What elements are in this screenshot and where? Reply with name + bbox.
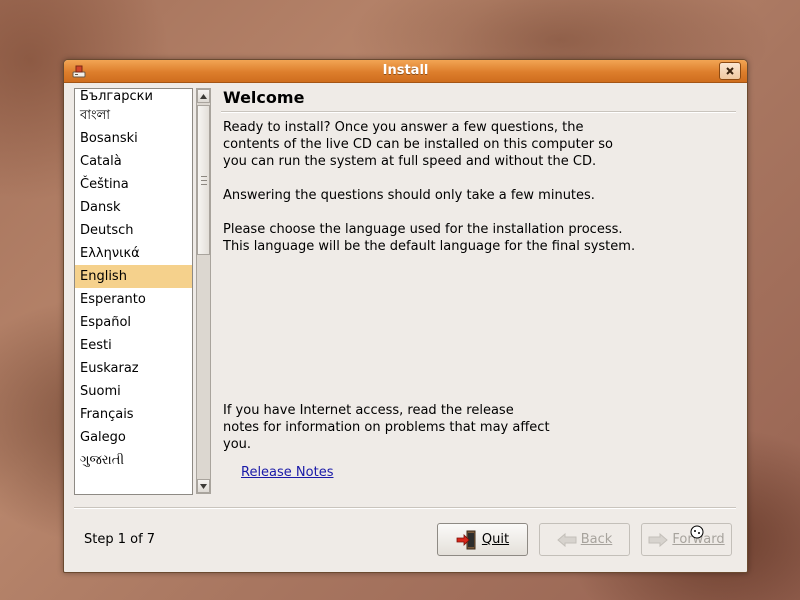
- language-item[interactable]: Français: [75, 403, 192, 426]
- intro-text: Ready to install? Once you answer a few …: [223, 119, 643, 170]
- close-icon: [726, 67, 734, 75]
- questions-text: Answering the questions should only take…: [223, 188, 595, 203]
- back-button[interactable]: Back: [539, 523, 630, 556]
- forward-button[interactable]: Forward: [641, 523, 732, 556]
- release-notes-line: notes for information on problems that m…: [223, 420, 550, 435]
- language-list[interactable]: Български বাংলা Bosanski Català Čeština …: [74, 88, 193, 495]
- arrow-down-icon: [200, 483, 207, 489]
- arrow-right-icon: [648, 532, 669, 547]
- release-notes-link[interactable]: Release Notes: [241, 465, 333, 480]
- language-item[interactable]: Ελληνικά: [75, 242, 192, 265]
- grip-icon: [200, 175, 207, 185]
- language-item[interactable]: Suomi: [75, 380, 192, 403]
- language-item[interactable]: Español: [75, 311, 192, 334]
- intro-line: contents of the live CD can be installed…: [223, 137, 613, 152]
- quit-label: Quit: [481, 532, 510, 547]
- release-notes-text: If you have Internet access, read the re…: [223, 402, 643, 453]
- choose-line: This language will be the default langua…: [223, 239, 636, 254]
- page-title: Welcome: [223, 88, 305, 107]
- language-item[interactable]: Esperanto: [75, 288, 192, 311]
- language-item[interactable]: বাংলা: [75, 104, 192, 127]
- language-item[interactable]: ગુજરાતી: [75, 449, 192, 472]
- arrow-up-icon: [200, 93, 207, 99]
- titlebar[interactable]: Install: [64, 60, 747, 83]
- release-notes-line: If you have Internet access, read the re…: [223, 403, 514, 418]
- language-item[interactable]: Eesti: [75, 334, 192, 357]
- language-item[interactable]: Dansk: [75, 196, 192, 219]
- install-window: Install Български বাংলা Bosanski Català …: [63, 59, 748, 573]
- scroll-down-button[interactable]: [197, 479, 210, 493]
- choose-line: Please choose the language used for the …: [223, 222, 623, 237]
- language-item[interactable]: Euskaraz: [75, 357, 192, 380]
- language-item[interactable]: Български: [75, 89, 192, 104]
- footer-divider: [74, 507, 736, 509]
- window-title: Install: [382, 63, 429, 78]
- back-label: Back: [580, 532, 613, 547]
- quit-icon: [456, 530, 476, 549]
- title-divider: [221, 111, 736, 113]
- language-item[interactable]: Čeština: [75, 173, 192, 196]
- scrollbar-thumb[interactable]: [197, 105, 210, 255]
- busy-cursor-icon: [690, 525, 704, 539]
- scroll-up-button[interactable]: [197, 89, 210, 103]
- language-item[interactable]: Català: [75, 150, 192, 173]
- arrow-left-icon: [556, 532, 577, 547]
- language-item[interactable]: Bosanski: [75, 127, 192, 150]
- release-notes-line: you.: [223, 437, 252, 452]
- language-item[interactable]: Galego: [75, 426, 192, 449]
- choose-language-text: Please choose the language used for the …: [223, 221, 643, 255]
- language-item-selected[interactable]: English: [75, 265, 192, 288]
- step-indicator: Step 1 of 7: [84, 532, 156, 547]
- close-button[interactable]: [719, 62, 741, 80]
- intro-line: you can run the system at full speed and…: [223, 154, 597, 169]
- language-item[interactable]: Deutsch: [75, 219, 192, 242]
- intro-line: Ready to install? Once you answer a few …: [223, 120, 584, 135]
- quit-button[interactable]: Quit: [437, 523, 528, 556]
- language-list-scrollbar[interactable]: [196, 88, 211, 494]
